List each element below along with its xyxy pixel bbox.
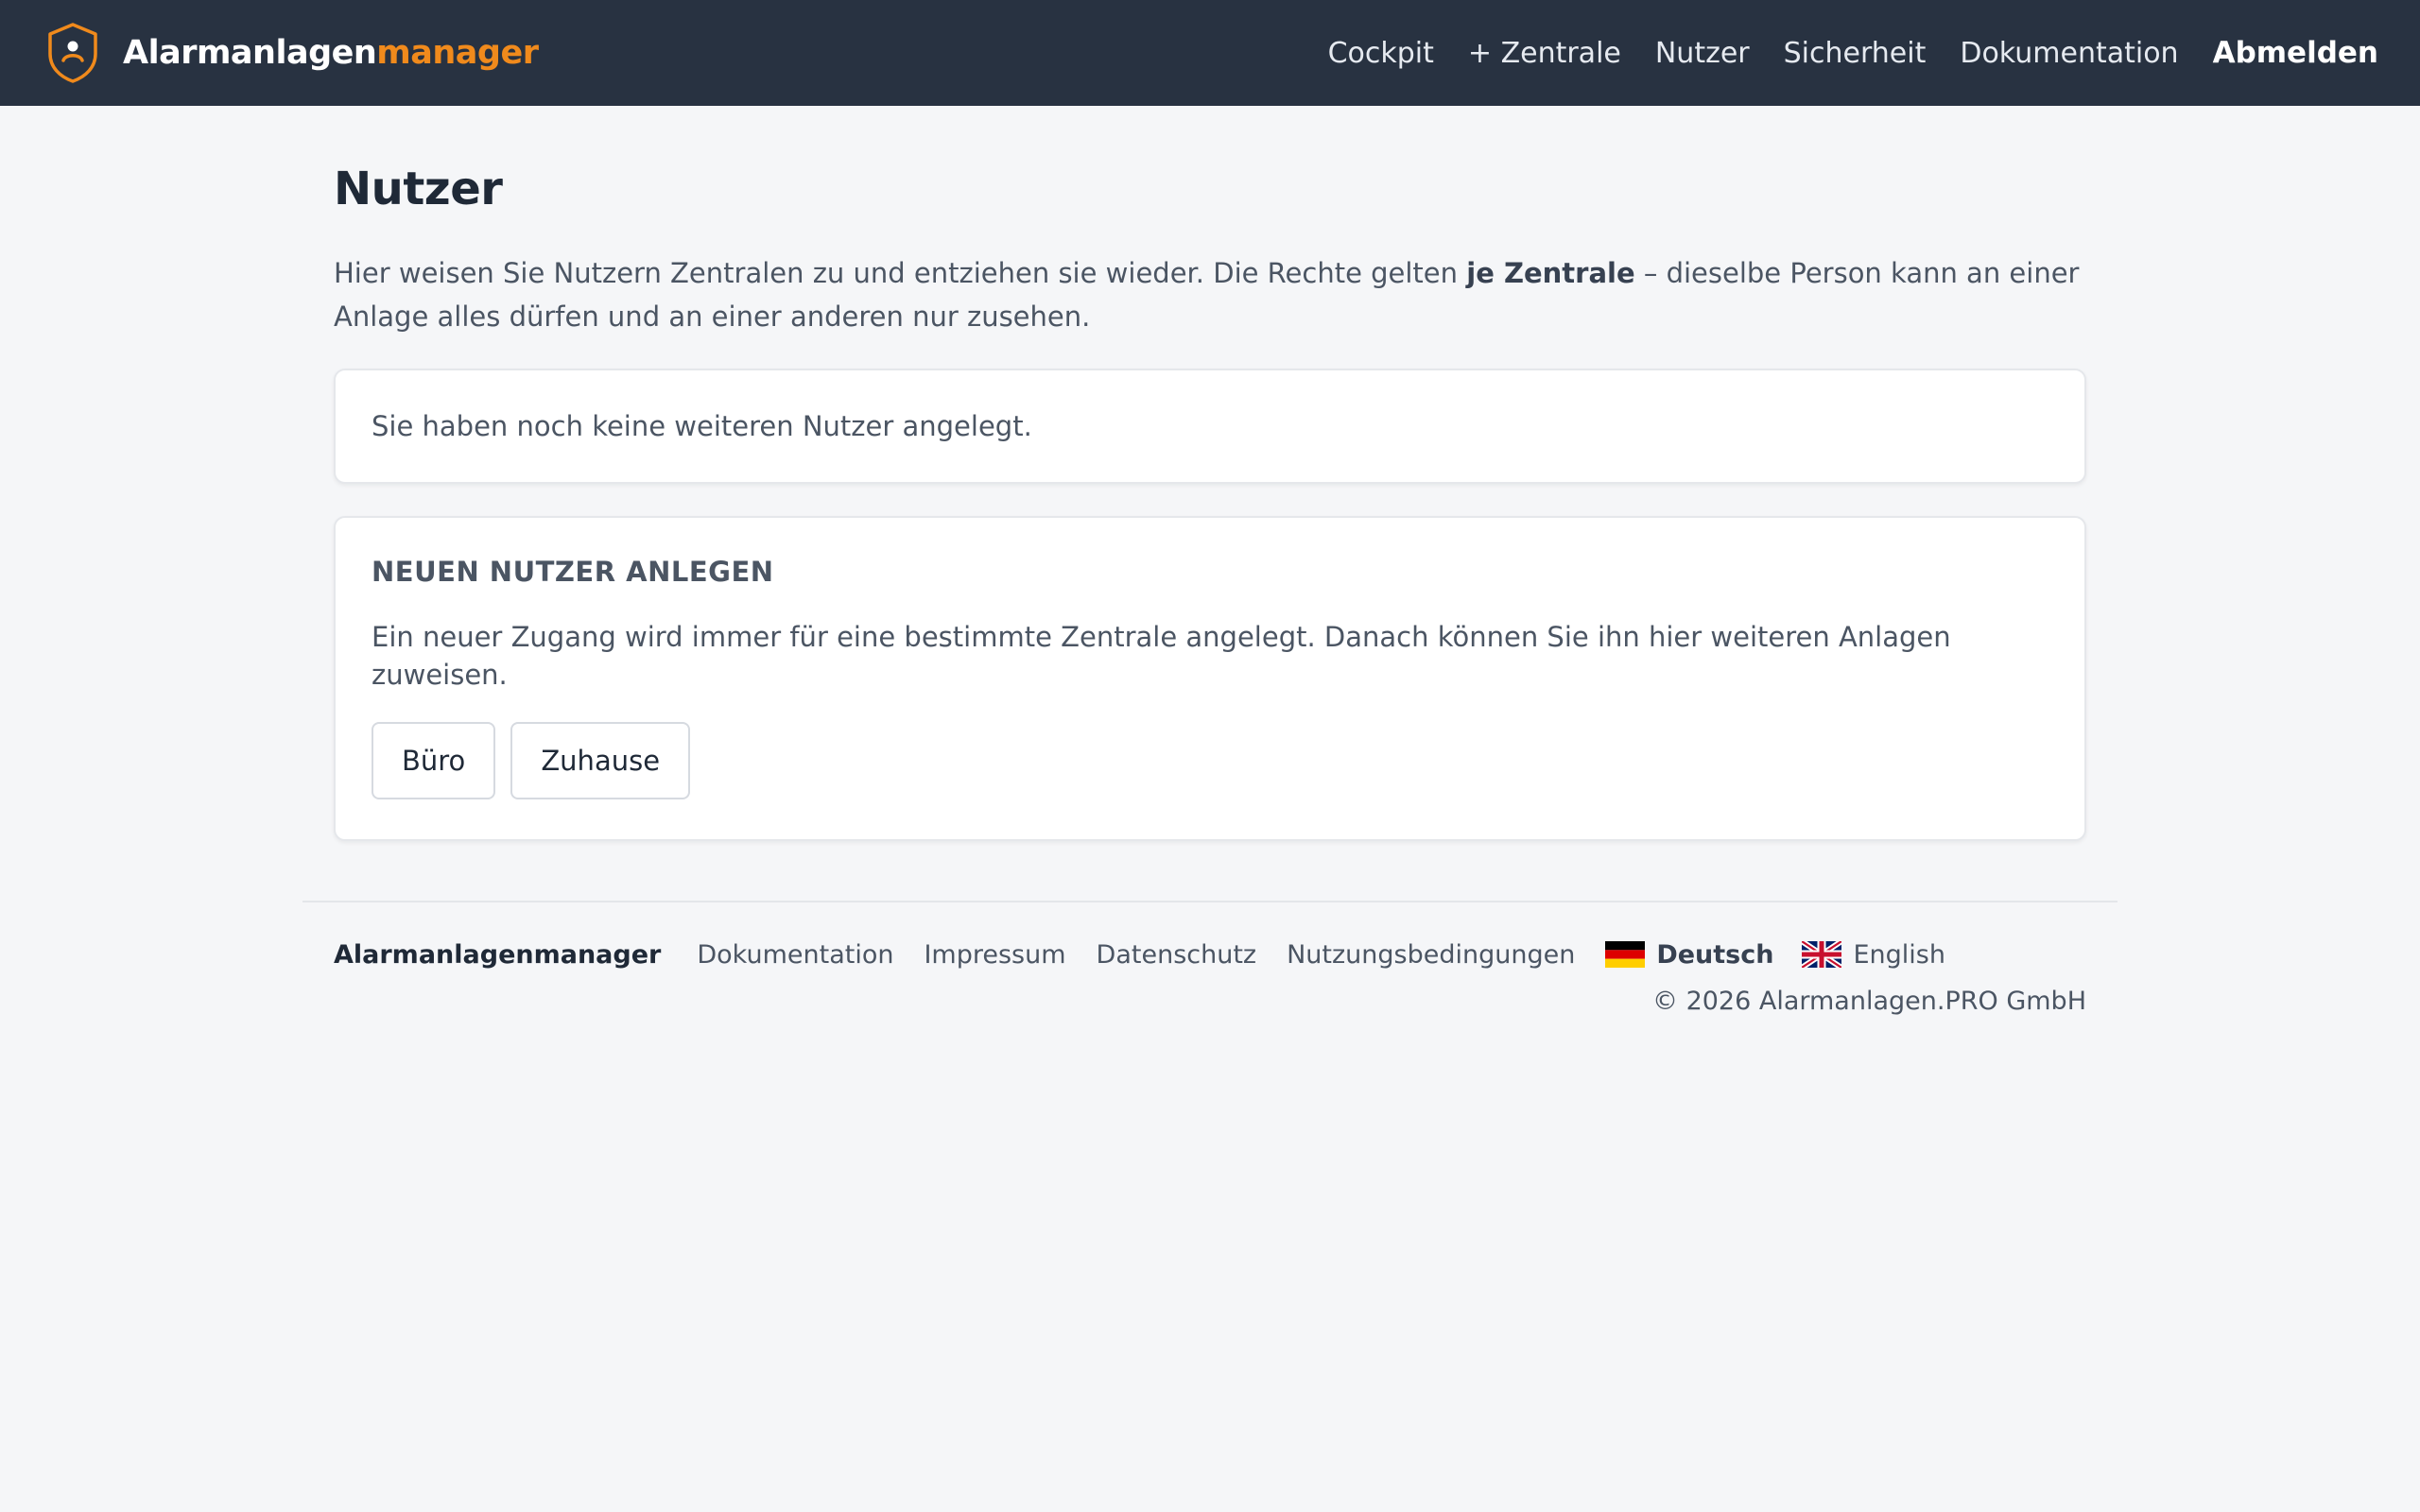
new-user-description: Ein neuer Zugang wird immer für eine bes…	[372, 621, 1951, 691]
language-deutsch-label: Deutsch	[1656, 939, 1774, 970]
empty-users-card: Sie haben noch keine weiteren Nutzer ang…	[334, 369, 2086, 484]
footer-divider	[302, 901, 2118, 902]
footer-brand[interactable]: Alarmanlagenmanager	[334, 940, 661, 970]
new-user-heading: NEUEN NUTZER ANLEGEN	[372, 556, 774, 588]
main-content: Nutzer Hier weisen Sie Nutzern Zentralen…	[334, 106, 2086, 841]
brand[interactable]: Alarmanlagenmanager	[47, 22, 539, 84]
main-nav: Cockpit + Zentrale Nutzer Sicherheit Dok…	[1294, 36, 2378, 70]
footer-link-impressum[interactable]: Impressum	[924, 940, 1065, 970]
brand-name-main: Alarmanlagen	[123, 34, 377, 72]
nav-sicherheit[interactable]: Sicherheit	[1784, 37, 1927, 70]
nav-add-zentrale[interactable]: + Zentrale	[1468, 37, 1621, 70]
uk-flag-icon	[1802, 941, 1842, 968]
language-deutsch[interactable]: Deutsch	[1605, 940, 1773, 970]
language-english[interactable]: English	[1802, 940, 1945, 970]
nav-nutzer[interactable]: Nutzer	[1655, 37, 1750, 70]
copyright: © 2026 Alarmanlagen.PRO GmbH	[1651, 987, 2086, 1016]
new-user-card: NEUEN NUTZER ANLEGEN Ein neuer Zugang wi…	[334, 516, 2086, 841]
intro-text: Hier weisen Sie Nutzern Zentralen zu und…	[334, 251, 2086, 338]
language-english-label: English	[1853, 939, 1945, 970]
german-flag-icon	[1605, 941, 1646, 968]
nav-dokumentation[interactable]: Dokumentation	[1960, 37, 2178, 70]
page-title: Nutzer	[334, 163, 503, 215]
brand-name: Alarmanlagenmanager	[123, 34, 539, 72]
empty-users-message: Sie haben noch keine weiteren Nutzer ang…	[372, 410, 1032, 442]
zentrale-buero-button[interactable]: Büro	[372, 722, 496, 799]
footer-link-nutzungsbedingungen[interactable]: Nutzungsbedingungen	[1287, 940, 1575, 970]
brand-name-accent: manager	[376, 34, 539, 72]
zentrale-zuhause-button[interactable]: Zuhause	[510, 722, 691, 799]
logout-button[interactable]: Abmelden	[2213, 36, 2378, 70]
zentrale-button-row: Büro Zuhause	[372, 722, 2048, 799]
shield-person-icon	[48, 23, 97, 83]
footer-link-dokumentation[interactable]: Dokumentation	[697, 940, 893, 970]
footer: Alarmanlagenmanager Dokumentation Impres…	[334, 936, 2086, 1017]
footer-links-row: Alarmanlagenmanager Dokumentation Impres…	[334, 936, 2086, 973]
intro-text-start: Hier weisen Sie Nutzern Zentralen zu und…	[334, 257, 1467, 289]
footer-link-datenschutz[interactable]: Datenschutz	[1097, 940, 1257, 970]
nav-cockpit[interactable]: Cockpit	[1328, 37, 1434, 70]
top-navbar: Alarmanlagenmanager Cockpit + Zentrale N…	[0, 0, 2420, 106]
intro-text-bold: je Zentrale	[1466, 257, 1635, 289]
